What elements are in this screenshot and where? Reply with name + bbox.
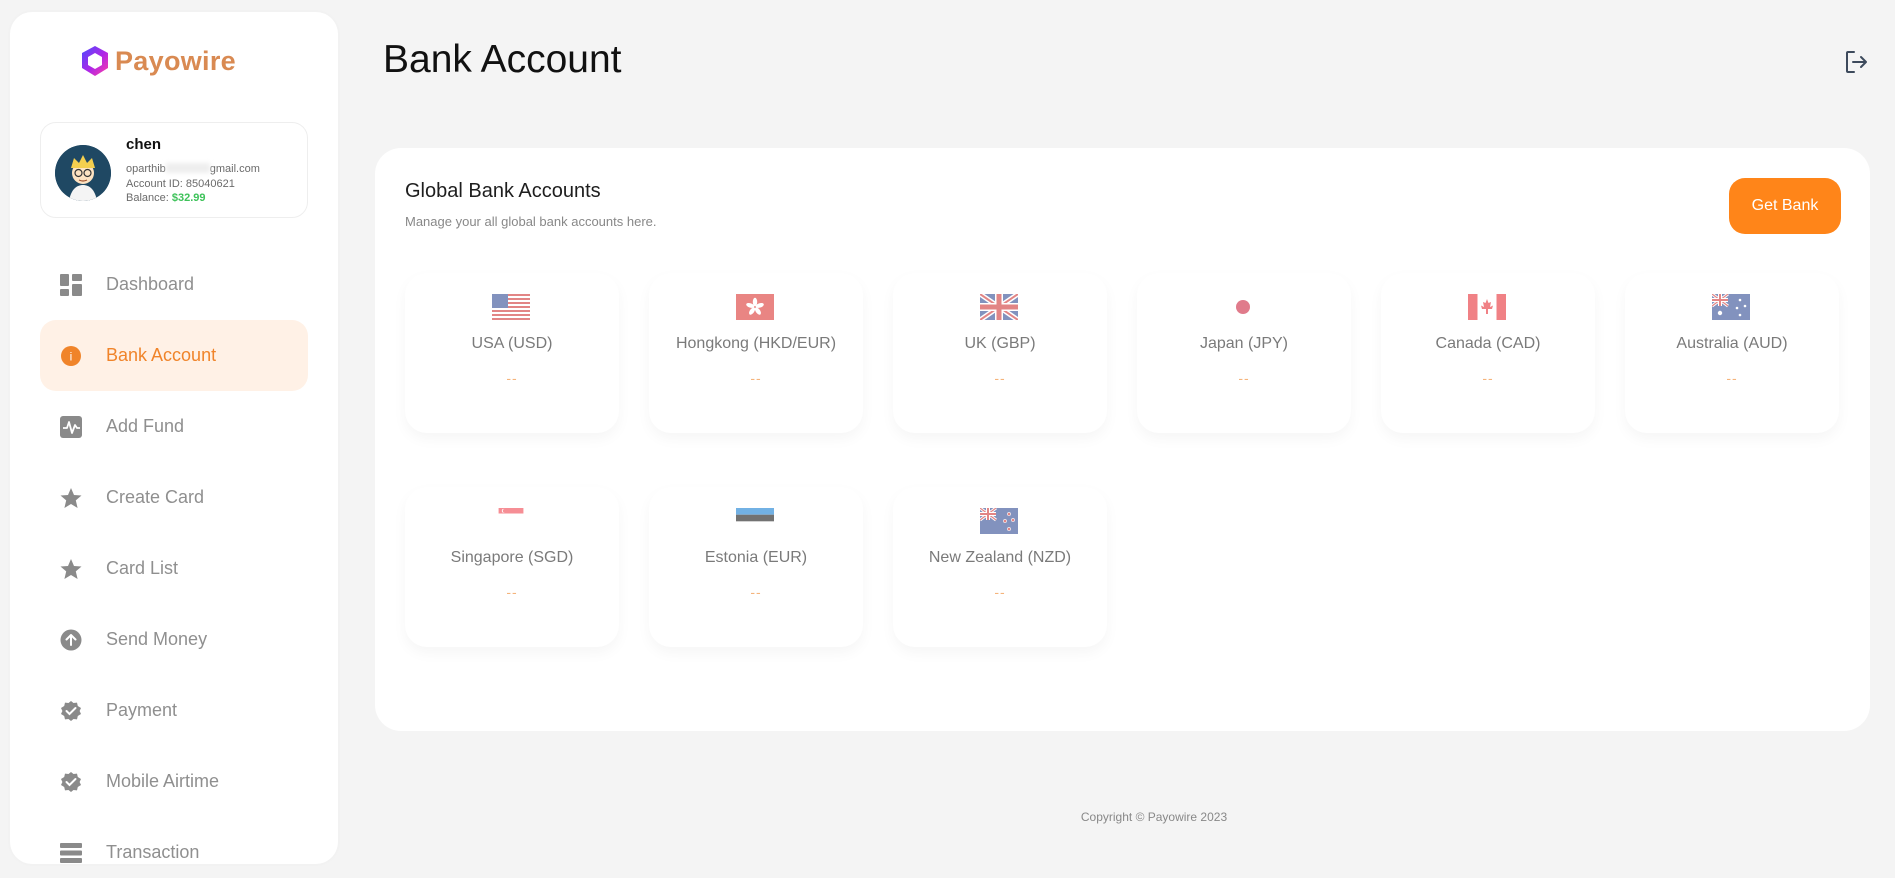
- sidebar-item-label: Payment: [106, 700, 178, 720]
- activity-icon: [58, 414, 84, 440]
- bank-card-value: --: [506, 584, 518, 600]
- svg-text:i: i: [70, 349, 73, 363]
- star-icon: [58, 485, 84, 511]
- sidebar-item-label: Add Fund: [106, 416, 185, 436]
- email-redacted: [165, 163, 210, 173]
- profile-email: oparthib gmail.com: [126, 163, 260, 175]
- global-bank-accounts-panel: Global Bank Accounts Manage your all glo…: [375, 148, 1870, 731]
- profile-balance: Balance: $32.99: [126, 192, 206, 204]
- bank-card-hongkong[interactable]: Hongkong (HKD/EUR) --: [649, 273, 863, 433]
- bank-card-new-zealand[interactable]: New Zealand (NZD) --: [893, 487, 1107, 647]
- bank-card-value: --: [994, 584, 1006, 600]
- profile-card: chen oparthib gmail.com Account ID: 85040…: [40, 122, 308, 218]
- bank-card-value: --: [750, 584, 762, 600]
- ee-flag-icon: [736, 508, 774, 528]
- bank-card-label: Singapore (SGD): [450, 549, 574, 566]
- footer-copyright: Copyright © Payowire 2023: [1080, 810, 1228, 824]
- balance-value: $32.99: [171, 192, 206, 204]
- email-prefix: oparthib: [126, 163, 166, 175]
- sidebar-item-label: Transaction: [106, 842, 200, 862]
- sidebar-item-card-list[interactable]: Card List: [40, 533, 308, 604]
- bank-card-value: --: [750, 370, 762, 386]
- sg-flag-icon: [498, 508, 524, 520]
- bank-card-value: --: [1482, 370, 1494, 386]
- logout-icon: [1846, 51, 1867, 73]
- bank-card-value: --: [1238, 370, 1250, 386]
- bank-card-label: USA (USD): [471, 335, 553, 352]
- sidebar-item-label: Create Card: [106, 487, 205, 507]
- arrow-up-circle-icon: [58, 627, 84, 653]
- brand-logo[interactable]: Payowire: [78, 44, 236, 78]
- list-icon: [58, 840, 84, 865]
- bank-card-label: Australia (AUD): [1676, 335, 1788, 352]
- bank-card-label: New Zealand (NZD): [928, 549, 1072, 566]
- payowire-logo-icon: [82, 46, 108, 76]
- sidebar-item-bank-account[interactable]: i Bank Account: [40, 320, 308, 391]
- brand-name: Payowire: [115, 45, 236, 76]
- bank-card-label: Estonia (EUR): [704, 549, 808, 566]
- avatar[interactable]: [55, 145, 111, 201]
- badge-check-icon: [58, 769, 84, 795]
- uk-flag-icon: [980, 294, 1018, 320]
- sidebar-item-dashboard[interactable]: Dashboard: [40, 249, 308, 320]
- sidebar: Payowire chen oparthib gmail.com Account …: [10, 12, 338, 864]
- jp-flag-icon: [1224, 294, 1262, 320]
- panel-title: Global Bank Accounts: [405, 180, 601, 202]
- sidebar-item-transaction[interactable]: Transaction: [40, 817, 308, 864]
- sidebar-item-label: Card List: [106, 558, 179, 578]
- bank-card-label: Japan (JPY): [1199, 335, 1289, 352]
- bank-card-uk[interactable]: UK (GBP) --: [893, 273, 1107, 433]
- bank-card-label: Canada (CAD): [1435, 335, 1541, 352]
- sidebar-item-add-fund[interactable]: Add Fund: [40, 391, 308, 462]
- bank-card-value: --: [506, 370, 518, 386]
- page-title: Bank Account: [383, 38, 622, 81]
- sidebar-item-label: Send Money: [106, 629, 208, 649]
- email-suffix: gmail.com: [209, 163, 260, 175]
- logout-button[interactable]: [1844, 49, 1870, 75]
- sidebar-item-create-card[interactable]: Create Card: [40, 462, 308, 533]
- sidebar-item-label: Mobile Airtime: [106, 771, 220, 791]
- bank-card-japan[interactable]: Japan (JPY) --: [1137, 273, 1351, 433]
- bank-card-value: --: [1726, 370, 1738, 386]
- balance-label: Balance:: [126, 192, 169, 204]
- bank-card-australia[interactable]: Australia (AUD) --: [1625, 273, 1839, 433]
- bank-card-canada[interactable]: Canada (CAD) --: [1381, 273, 1595, 433]
- profile-name: chen: [126, 136, 162, 153]
- star-icon: [58, 556, 84, 582]
- bank-card-usa[interactable]: USA (USD) --: [405, 273, 619, 433]
- badge-check-icon: [58, 698, 84, 724]
- us-flag-icon: [492, 294, 530, 320]
- get-bank-button[interactable]: Get Bank: [1729, 178, 1841, 234]
- dashboard-icon: [58, 272, 84, 298]
- bank-card-label: Hongkong (HKD/EUR): [675, 335, 837, 352]
- ca-flag-icon: [1468, 294, 1506, 320]
- hk-flag-icon: [736, 294, 774, 320]
- sidebar-nav: Dashboard i Bank Account Add Fund Create…: [40, 249, 308, 864]
- sidebar-item-mobile-airtime[interactable]: Mobile Airtime: [40, 746, 308, 817]
- sidebar-item-payment[interactable]: Payment: [40, 675, 308, 746]
- sidebar-item-label: Bank Account: [106, 345, 217, 365]
- sidebar-item-send-money[interactable]: Send Money: [40, 604, 308, 675]
- info-icon: i: [58, 343, 84, 369]
- sidebar-item-label: Dashboard: [106, 274, 195, 294]
- bank-card-estonia[interactable]: Estonia (EUR) --: [649, 487, 863, 647]
- bank-card-label: UK (GBP): [964, 335, 1036, 352]
- bank-card-singapore[interactable]: Singapore (SGD) --: [405, 487, 619, 647]
- bank-card-value: --: [994, 370, 1006, 386]
- panel-subtitle: Manage your all global bank accounts her…: [405, 214, 657, 229]
- nz-flag-icon: [980, 508, 1018, 534]
- profile-account-id: Account ID: 85040621: [126, 178, 235, 190]
- au-flag-icon: [1712, 294, 1750, 320]
- avatar-image: [55, 145, 111, 201]
